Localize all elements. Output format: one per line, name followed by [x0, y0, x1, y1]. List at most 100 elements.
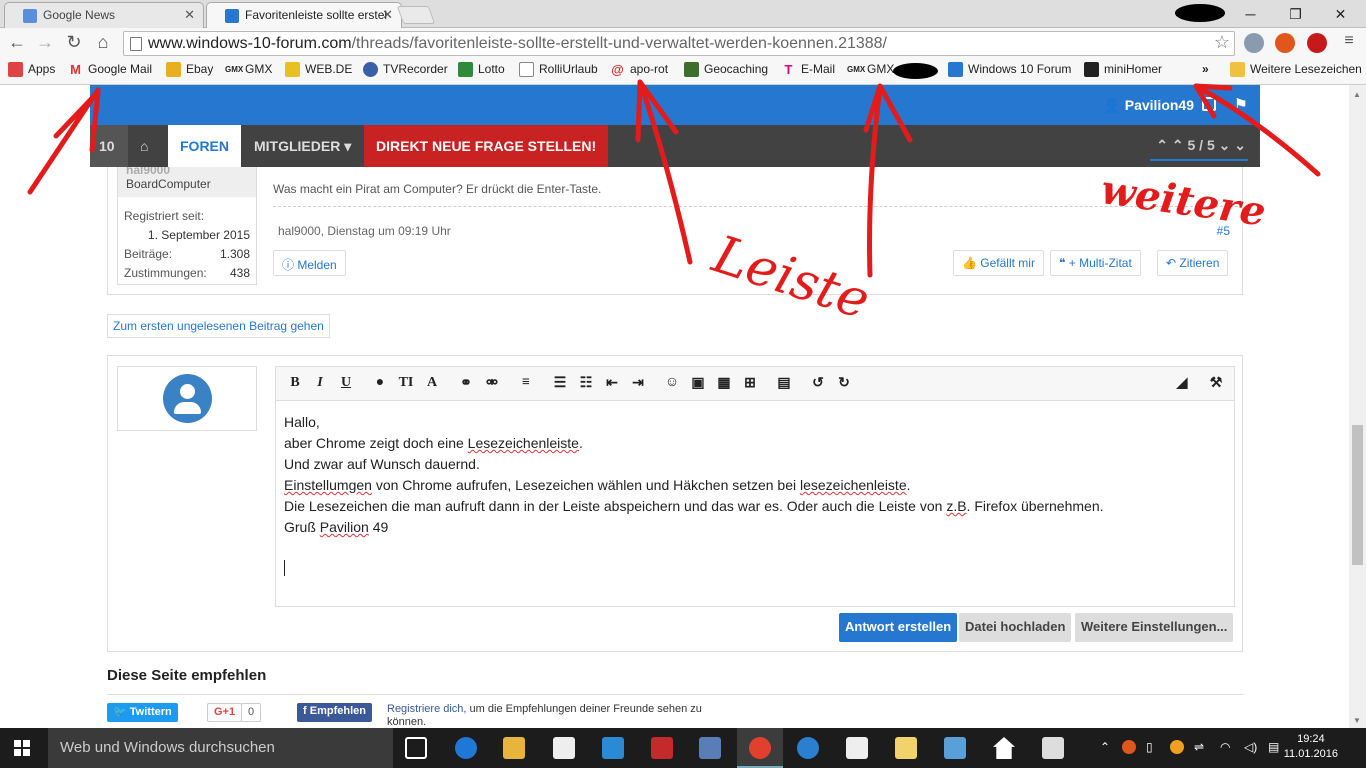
italic-icon[interactable]: I: [311, 375, 329, 391]
tab-mitglieder[interactable]: MITGLIEDER ▾: [242, 125, 363, 167]
bookmark-gmx-2[interactable]: GMX GMX: [847, 62, 894, 76]
redo-icon[interactable]: ↻: [835, 375, 853, 392]
tab-foren[interactable]: FOREN: [168, 125, 241, 167]
insert-icon[interactable]: ⊞: [741, 375, 759, 392]
smiley-icon[interactable]: ☺: [663, 375, 681, 391]
home-app-icon[interactable]: [993, 737, 1015, 759]
tray-battery-icon[interactable]: ▯: [1146, 740, 1153, 754]
forward-arrow-icon[interactable]: →: [34, 32, 56, 53]
outdent-icon[interactable]: ⇤: [603, 375, 621, 392]
ask-question-button[interactable]: DIREKT NEUE FRAGE STELLEN!: [364, 125, 609, 167]
scroll-down-icon[interactable]: ▼: [1353, 716, 1361, 725]
minimize-button[interactable]: ─: [1228, 2, 1273, 26]
logo-icon[interactable]: 10: [90, 125, 128, 167]
first-page-icon[interactable]: ⌃ ⌃: [1156, 137, 1187, 153]
app-icon-3[interactable]: [797, 737, 819, 759]
app-icon-2[interactable]: [699, 737, 721, 759]
last-page-icon[interactable]: ⌄ ⌄: [1215, 137, 1246, 153]
submit-reply-button[interactable]: Antwort erstellen: [839, 613, 958, 642]
chrome-taskbar-item[interactable]: [737, 728, 783, 768]
link-icon[interactable]: ⚭: [457, 375, 475, 392]
page-scrollbar[interactable]: ▲ ▼: [1349, 85, 1366, 728]
page-navigator[interactable]: ⌃ ⌃ 5 / 5 ⌄ ⌄: [1150, 137, 1248, 161]
bookmark-geocaching[interactable]: Geocaching: [684, 62, 768, 77]
taskbar-search[interactable]: Web und Windows durchsuchen: [48, 728, 393, 768]
tray-p-icon[interactable]: [1122, 740, 1136, 754]
tray-chevron-icon[interactable]: ⌃: [1100, 740, 1110, 754]
multiquote-button[interactable]: ❝ + Multi-Zitat: [1050, 250, 1141, 276]
media-icon[interactable]: ▦: [715, 375, 733, 392]
notification-icon[interactable]: ▤: [1268, 740, 1279, 754]
tray-app-icon[interactable]: [1170, 740, 1184, 754]
store-icon[interactable]: [846, 737, 868, 759]
bookmark-star-icon[interactable]: ☆: [1214, 32, 1230, 53]
bookmark-tvrecorder[interactable]: TVRecorder: [363, 62, 448, 77]
scroll-up-icon[interactable]: ▲: [1353, 90, 1361, 99]
image-icon[interactable]: ▣: [689, 375, 707, 392]
close-window-button[interactable]: ✕: [1318, 2, 1363, 26]
back-arrow-icon[interactable]: ←: [6, 32, 28, 53]
font-family-icon[interactable]: A: [423, 375, 441, 391]
home-icon[interactable]: ⌂: [128, 125, 160, 167]
bookmark-apo-rot[interactable]: @ apo-rot: [610, 62, 668, 77]
bookmark-ebay[interactable]: Ebay: [166, 62, 213, 77]
bold-icon[interactable]: B: [286, 375, 304, 391]
bookmark-minihomer[interactable]: miniHomer: [1084, 62, 1162, 77]
more-bookmarks-chevron[interactable]: »: [1202, 62, 1209, 76]
facebook-like-button[interactable]: f Empfehlen: [297, 703, 372, 722]
undo-icon[interactable]: ↺: [809, 375, 827, 392]
calculator-icon[interactable]: [1042, 737, 1064, 759]
extension-p-icon[interactable]: [1275, 33, 1295, 53]
reload-icon[interactable]: ↻: [63, 32, 85, 53]
more-settings-button[interactable]: Weitere Einstellungen...: [1075, 613, 1234, 642]
upload-file-button[interactable]: Datei hochladen: [959, 613, 1072, 642]
bookmark-email[interactable]: T E-Mail: [781, 62, 836, 77]
other-bookmarks-folder[interactable]: Weitere Lesezeichen: [1230, 62, 1362, 77]
first-unread-link[interactable]: Zum ersten ungelesenen Beitrag gehen: [107, 314, 330, 338]
app-icon-4[interactable]: [944, 737, 966, 759]
inbox-icon[interactable]: [1202, 97, 1216, 111]
extension-power-icon[interactable]: [1307, 33, 1327, 53]
app-icon[interactable]: [602, 737, 624, 759]
volume-icon[interactable]: ◁): [1244, 740, 1257, 754]
bookmark-apps[interactable]: Apps: [8, 62, 55, 77]
post-author[interactable]: hal9000: [126, 167, 170, 177]
indent-icon[interactable]: ⇥: [629, 375, 647, 392]
taskbar-clock[interactable]: 19:24 11.01.2016: [1284, 732, 1338, 762]
bullet-list-icon[interactable]: ☰: [551, 375, 569, 392]
quote-button[interactable]: ↶ Zitieren: [1157, 250, 1229, 276]
twitter-button[interactable]: 🐦 Twittern: [107, 703, 178, 722]
text-color-icon[interactable]: ●: [371, 375, 389, 391]
flag-icon[interactable]: ⚑: [1234, 95, 1248, 115]
bookmark-windows-10-forum[interactable]: Windows 10 Forum: [948, 62, 1071, 77]
menu-icon[interactable]: ≡: [1338, 32, 1360, 50]
home-icon[interactable]: ⌂: [92, 32, 114, 53]
pdf-icon[interactable]: [651, 737, 673, 759]
new-tab-button[interactable]: [396, 6, 436, 24]
notes-icon[interactable]: [895, 737, 917, 759]
user-menu[interactable]: 👤 Pavilion49: [1103, 97, 1194, 114]
numbered-list-icon[interactable]: ☷: [577, 375, 595, 392]
reply-text[interactable]: Hallo, aber Chrome zeigt doch eine Leseze…: [284, 412, 1104, 538]
extension-search-icon[interactable]: [1244, 33, 1264, 53]
task-view-icon[interactable]: [405, 737, 427, 759]
reply-editor[interactable]: B I U ● TI A ⚭ ⚮ ≡ ☰ ☷ ⇤ ⇥ ☺ ▣ ▦ ⊞ ▤ ↺ ↻: [275, 366, 1235, 607]
post-number[interactable]: #5: [1217, 224, 1230, 238]
save-icon[interactable]: ▤: [775, 375, 793, 392]
like-button[interactable]: 👍 Gefällt mir: [953, 250, 1044, 276]
scroll-thumb[interactable]: [1352, 425, 1363, 565]
post-meta[interactable]: hal9000, Dienstag um 09:19 Uhr: [278, 224, 451, 238]
edge-icon[interactable]: [455, 737, 477, 759]
unlink-icon[interactable]: ⚮: [483, 375, 501, 392]
address-bar[interactable]: www.windows-10-forum.com/threads/favorit…: [123, 31, 1235, 56]
wifi-icon[interactable]: ◠: [1220, 740, 1230, 754]
explorer-icon[interactable]: [503, 737, 525, 759]
underline-icon[interactable]: U: [337, 375, 355, 391]
windows-start-icon[interactable]: [14, 740, 30, 756]
mail-icon[interactable]: [553, 737, 575, 759]
align-icon[interactable]: ≡: [517, 375, 535, 391]
facebook-register-link[interactable]: Registriere dich,: [387, 703, 466, 715]
restore-button[interactable]: ❐: [1273, 2, 1318, 26]
tab-google-news[interactable]: Google News ✕: [4, 2, 204, 28]
tray-toggle-icon[interactable]: ⇌: [1194, 740, 1204, 754]
